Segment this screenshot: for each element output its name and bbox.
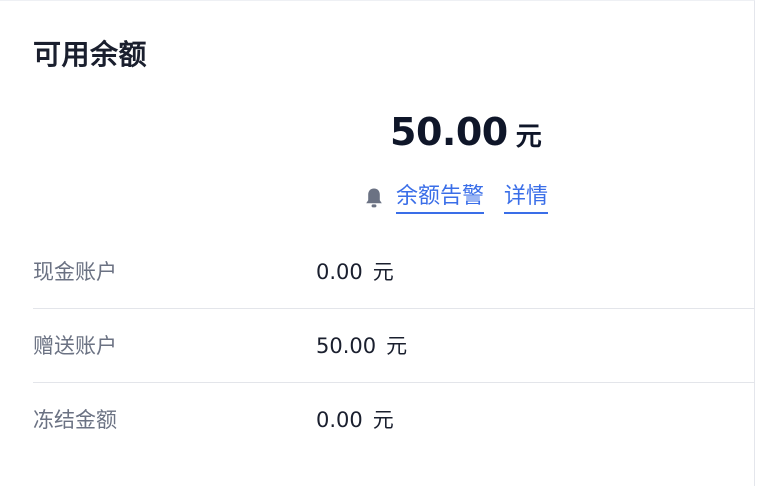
- alert-row: 余额告警 详情: [364, 181, 549, 215]
- account-amount: 50.00 元: [316, 330, 407, 360]
- account-row-frozen: 冻结金额 0.00 元: [33, 382, 755, 456]
- account-amount: 0.00 元: [316, 256, 394, 286]
- account-amount-unit: 元: [372, 260, 394, 284]
- balance-display: 50.00 元: [390, 105, 542, 159]
- balance-amount: 50.00: [390, 110, 508, 154]
- balance-alert-link[interactable]: 余额告警: [396, 183, 485, 214]
- available-balance-card: 可用余额 50.00 元 余额告警 详情 现金账户 0.00 元 赠送账户 50.0…: [0, 0, 755, 486]
- account-amount-unit: 元: [372, 408, 394, 432]
- account-amount-unit: 元: [386, 334, 408, 358]
- account-label: 现金账户: [33, 260, 117, 284]
- account-amount: 0.00 元: [316, 404, 394, 434]
- details-link[interactable]: 详情: [504, 183, 549, 214]
- account-label: 赠送账户: [33, 334, 117, 358]
- account-amount-value: 0.00: [316, 260, 363, 284]
- account-amount-value: 0.00: [316, 408, 363, 432]
- account-label: 冻结金额: [33, 408, 117, 432]
- bell-icon: [364, 186, 384, 210]
- card-title: 可用余额: [33, 38, 148, 71]
- account-amount-value: 50.00: [316, 334, 377, 358]
- account-row-cash: 现金账户 0.00 元: [33, 234, 755, 308]
- balance-unit: 元: [515, 122, 542, 152]
- account-row-bonus: 赠送账户 50.00 元: [33, 308, 755, 382]
